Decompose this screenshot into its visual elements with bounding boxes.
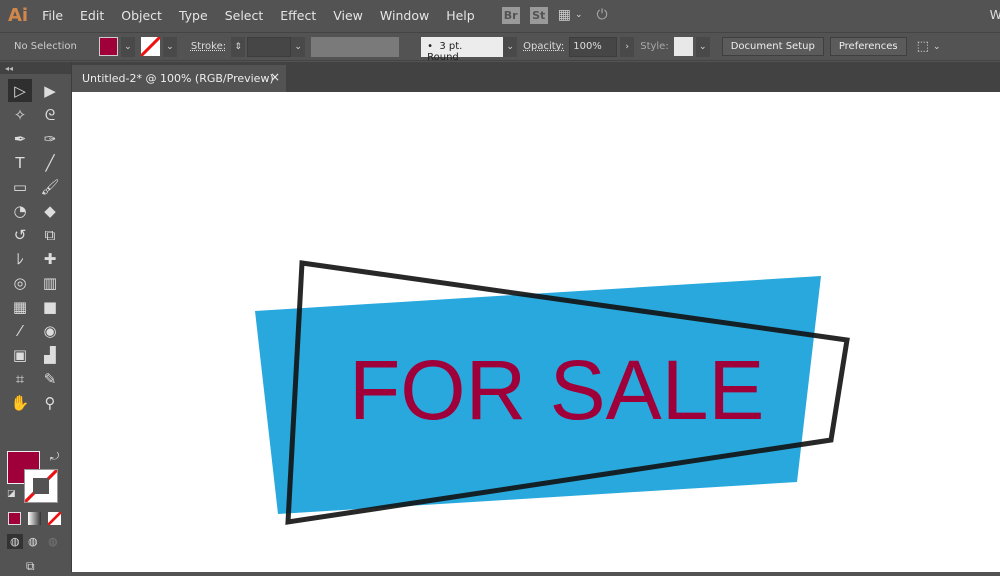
perspective-grid-tool[interactable]: ▥ [38,271,62,294]
menu-effect[interactable]: Effect [280,8,316,23]
arrange-documents-icon[interactable]: ▦ [558,7,571,23]
menu-view[interactable]: View [333,8,363,23]
stroke-dropdown[interactable]: ⌄ [162,36,177,57]
opacity-label[interactable]: Opacity: [523,41,564,52]
rotate-tool[interactable]: ↺ [8,223,32,246]
default-colors-icon[interactable]: ◪ [7,489,16,499]
scale-tool[interactable]: ⧉ [38,223,62,246]
collapse-panel-icon[interactable]: ◂◂ [0,62,71,74]
direct-selection-tool[interactable]: ▶ [38,79,62,102]
mesh-tool[interactable]: ▦ [8,295,32,318]
artboard-tool[interactable]: ⌗ [8,367,32,390]
shape-builder-tool[interactable]: ◎ [8,271,32,294]
opacity-input[interactable]: 100% [569,36,618,57]
chevron-down-icon[interactable]: ⌄ [933,42,941,52]
magic-wand-tool[interactable]: ✧ [8,103,32,126]
none-mode-icon[interactable] [48,512,61,525]
column-graph-tool[interactable]: ▟ [38,343,62,366]
stroke-stepper[interactable]: ⇕ [231,36,246,57]
preferences-button[interactable]: Preferences [829,37,907,56]
eraser-tool[interactable]: ◆ [38,199,62,222]
style-swatch[interactable] [673,37,693,56]
control-bar: No Selection ⌄ ⌄ Stroke: ⇕ ⌄ • 3 pt. Rou… [0,32,1000,63]
warp-tool[interactable]: ﾚ [8,247,32,270]
brush-definition[interactable]: • 3 pt. Round [421,36,504,63]
swap-fill-stroke-icon[interactable]: ⤾ [50,450,59,464]
brush-label: 3 pt. Round [427,40,463,63]
selection-tool[interactable]: ▷ [8,79,32,102]
stroke-label[interactable]: Stroke: [191,41,226,52]
workspace-label[interactable]: W [990,7,1000,22]
lasso-tool[interactable]: ᘓ [38,103,62,126]
selection-status: No Selection [14,41,77,52]
paintbrush-tool[interactable]: 🖌 [38,175,62,198]
zoom-tool[interactable]: ⚲ [38,391,62,414]
puppet-warp-tool[interactable]: ✚ [38,247,62,270]
menu-help[interactable]: Help [446,8,475,23]
rectangle-tool[interactable]: ▭ [8,175,32,198]
brush-dropdown[interactable]: ⌄ [503,36,518,57]
menu-bar: Ai File Edit Object Type Select Effect V… [0,0,1000,30]
draw-normal-icon[interactable]: ◍ [7,534,23,549]
tab-title: Untitled-2* @ 100% (RGB/Preview) [82,72,274,85]
style-label: Style: [640,41,669,52]
stroke-weight-input[interactable] [247,36,292,57]
document-setup-button[interactable]: Document Setup [721,37,824,56]
document-tab-bar: Untitled-2* @ 100% (RGB/Preview) × [72,62,1000,92]
style-dropdown[interactable]: ⌄ [695,36,710,57]
tab-document[interactable]: Untitled-2* @ 100% (RGB/Preview) × [72,65,286,92]
hand-tool[interactable]: ✋ [8,391,32,414]
stroke-swatch-none[interactable] [140,37,160,56]
stock-button[interactable]: St [529,6,548,24]
tools-panel: ◂◂ ▷ ▶ ✧ ᘓ ✒ ✑ T ╱ ▭ 🖌 ◔ ◆ ↺ ⧉ ﾚ ✚ ◎ ▥ ▦ ■ ⁄ ◉ ▣ ▟ ⌗ ✎ ✋ ⚲ ⤾ ◪ ◍ ◍ … [0,62,72,573]
symbol-sprayer-tool[interactable]: ▣ [8,343,32,366]
bridge-button[interactable]: Br [501,6,520,24]
stroke-color-box[interactable] [24,469,58,503]
artboard-canvas[interactable]: FOR SALE [72,92,1000,572]
eyedropper-tool[interactable]: ⁄ [8,319,32,342]
blend-tool[interactable]: ◉ [38,319,62,342]
line-tool[interactable]: ╱ [38,151,62,174]
menu-select[interactable]: Select [225,8,264,23]
color-mode-icon[interactable] [8,512,21,525]
gpu-performance-icon[interactable]: ⏻ [596,7,607,23]
gradient-tool[interactable]: ■ [38,295,62,318]
menu-object[interactable]: Object [121,8,162,23]
menu-window[interactable]: Window [380,8,429,23]
shaper-tool[interactable]: ◔ [8,199,32,222]
opacity-arrow[interactable]: › [620,36,635,57]
chevron-down-icon[interactable]: ⌄ [575,10,583,20]
menu-file[interactable]: File [42,8,63,23]
menu-type[interactable]: Type [179,8,208,23]
draw-inside-icon[interactable]: ◍ [48,535,58,548]
app-logo: Ai [8,4,29,26]
variable-width-profile[interactable] [311,36,400,57]
artwork: FOR SALE [255,260,850,525]
menu-edit[interactable]: Edit [80,8,104,23]
close-icon[interactable]: × [270,70,280,84]
select-similar-icon[interactable]: ⬚ [917,39,929,54]
pen-tool[interactable]: ✒ [8,127,32,150]
for-sale-text[interactable]: FOR SALE [349,343,764,437]
draw-behind-icon[interactable]: ◍ [28,535,38,548]
stroke-weight-dropdown[interactable]: ⌄ [291,36,306,57]
fill-dropdown[interactable]: ⌄ [120,36,135,57]
fill-swatch[interactable] [98,37,118,56]
curvature-tool[interactable]: ✑ [38,127,62,150]
type-tool[interactable]: T [8,151,32,174]
slice-tool[interactable]: ✎ [38,367,62,390]
gradient-mode-icon[interactable] [28,512,41,525]
